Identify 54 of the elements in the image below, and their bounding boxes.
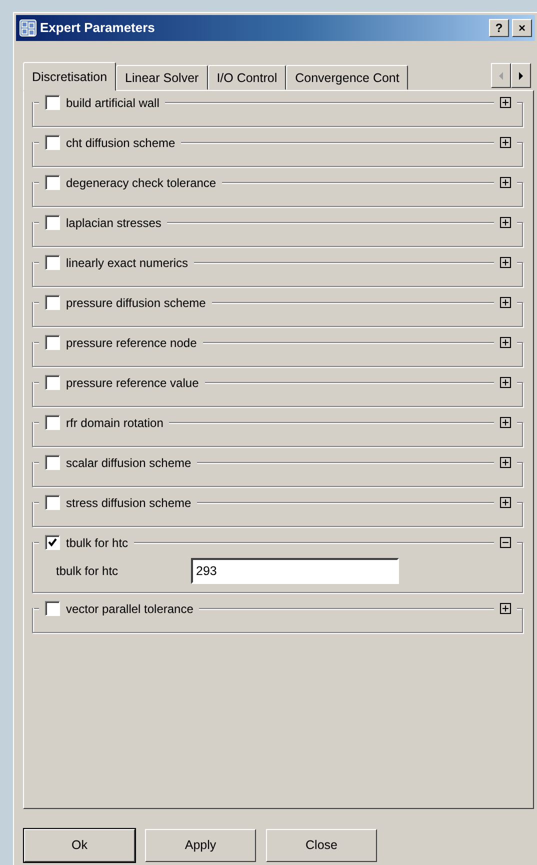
checkbox[interactable] [45, 175, 60, 190]
expand-icon[interactable] [500, 137, 511, 148]
expand-icon[interactable] [500, 257, 511, 268]
expand-icon[interactable] [500, 377, 511, 388]
expand-icon[interactable] [500, 497, 511, 508]
group-label: rfr domain rotation [66, 414, 164, 432]
group-label: degeneracy check tolerance [66, 174, 216, 192]
input-field[interactable]: 293 [191, 558, 399, 584]
tab[interactable]: I/O Control [208, 65, 286, 90]
dialog-button[interactable]: Ok [24, 829, 135, 862]
checkbox[interactable] [45, 601, 60, 616]
collapse-icon[interactable] [500, 537, 511, 548]
close-button[interactable]: × [512, 19, 532, 37]
checkbox[interactable] [45, 135, 60, 150]
window-title: Expert Parameters [40, 19, 156, 38]
group-label: stress diffusion scheme [66, 494, 192, 512]
checkbox[interactable] [45, 335, 60, 350]
expand-icon[interactable] [500, 297, 511, 308]
expand-icon[interactable] [500, 97, 511, 108]
expand-icon[interactable] [500, 177, 511, 188]
checkbox[interactable] [45, 255, 60, 270]
checkbox[interactable] [45, 295, 60, 310]
checkbox[interactable] [45, 535, 60, 550]
tab[interactable]: Discretisation [23, 62, 116, 91]
group-label: scalar diffusion scheme [66, 454, 192, 472]
help-button[interactable]: ? [489, 19, 509, 37]
expand-icon[interactable] [500, 457, 511, 468]
dialog-button[interactable]: Close [266, 829, 377, 862]
group-label: pressure diffusion scheme [66, 294, 206, 312]
group-label: laplacian stresses [66, 214, 162, 232]
expand-icon[interactable] [500, 417, 511, 428]
expand-icon[interactable] [500, 603, 511, 614]
checkbox[interactable] [45, 495, 60, 510]
field-label: tbulk for htc [56, 563, 120, 580]
group-label: pressure reference node [66, 334, 197, 352]
group-label: pressure reference value [66, 374, 199, 392]
expand-icon[interactable] [500, 337, 511, 348]
app-icon [19, 19, 37, 37]
group-label: build artificial wall [66, 94, 160, 112]
checkbox[interactable] [45, 215, 60, 230]
checkbox[interactable] [45, 95, 60, 110]
checkbox[interactable] [45, 455, 60, 470]
tab[interactable]: Convergence Cont [286, 65, 408, 90]
dialog-button[interactable]: Apply [145, 829, 256, 862]
scroll-right-icon[interactable] [511, 63, 531, 88]
group-label: tbulk for htc [66, 534, 128, 552]
group-label: cht diffusion scheme [66, 134, 176, 152]
tab[interactable]: Linear Solver [116, 65, 208, 90]
scroll-left-icon[interactable] [491, 63, 511, 88]
checkbox[interactable] [45, 415, 60, 430]
group-label: vector parallel tolerance [66, 600, 194, 618]
checkbox[interactable] [45, 375, 60, 390]
group-label: linearly exact numerics [66, 254, 188, 272]
expand-icon[interactable] [500, 217, 511, 228]
